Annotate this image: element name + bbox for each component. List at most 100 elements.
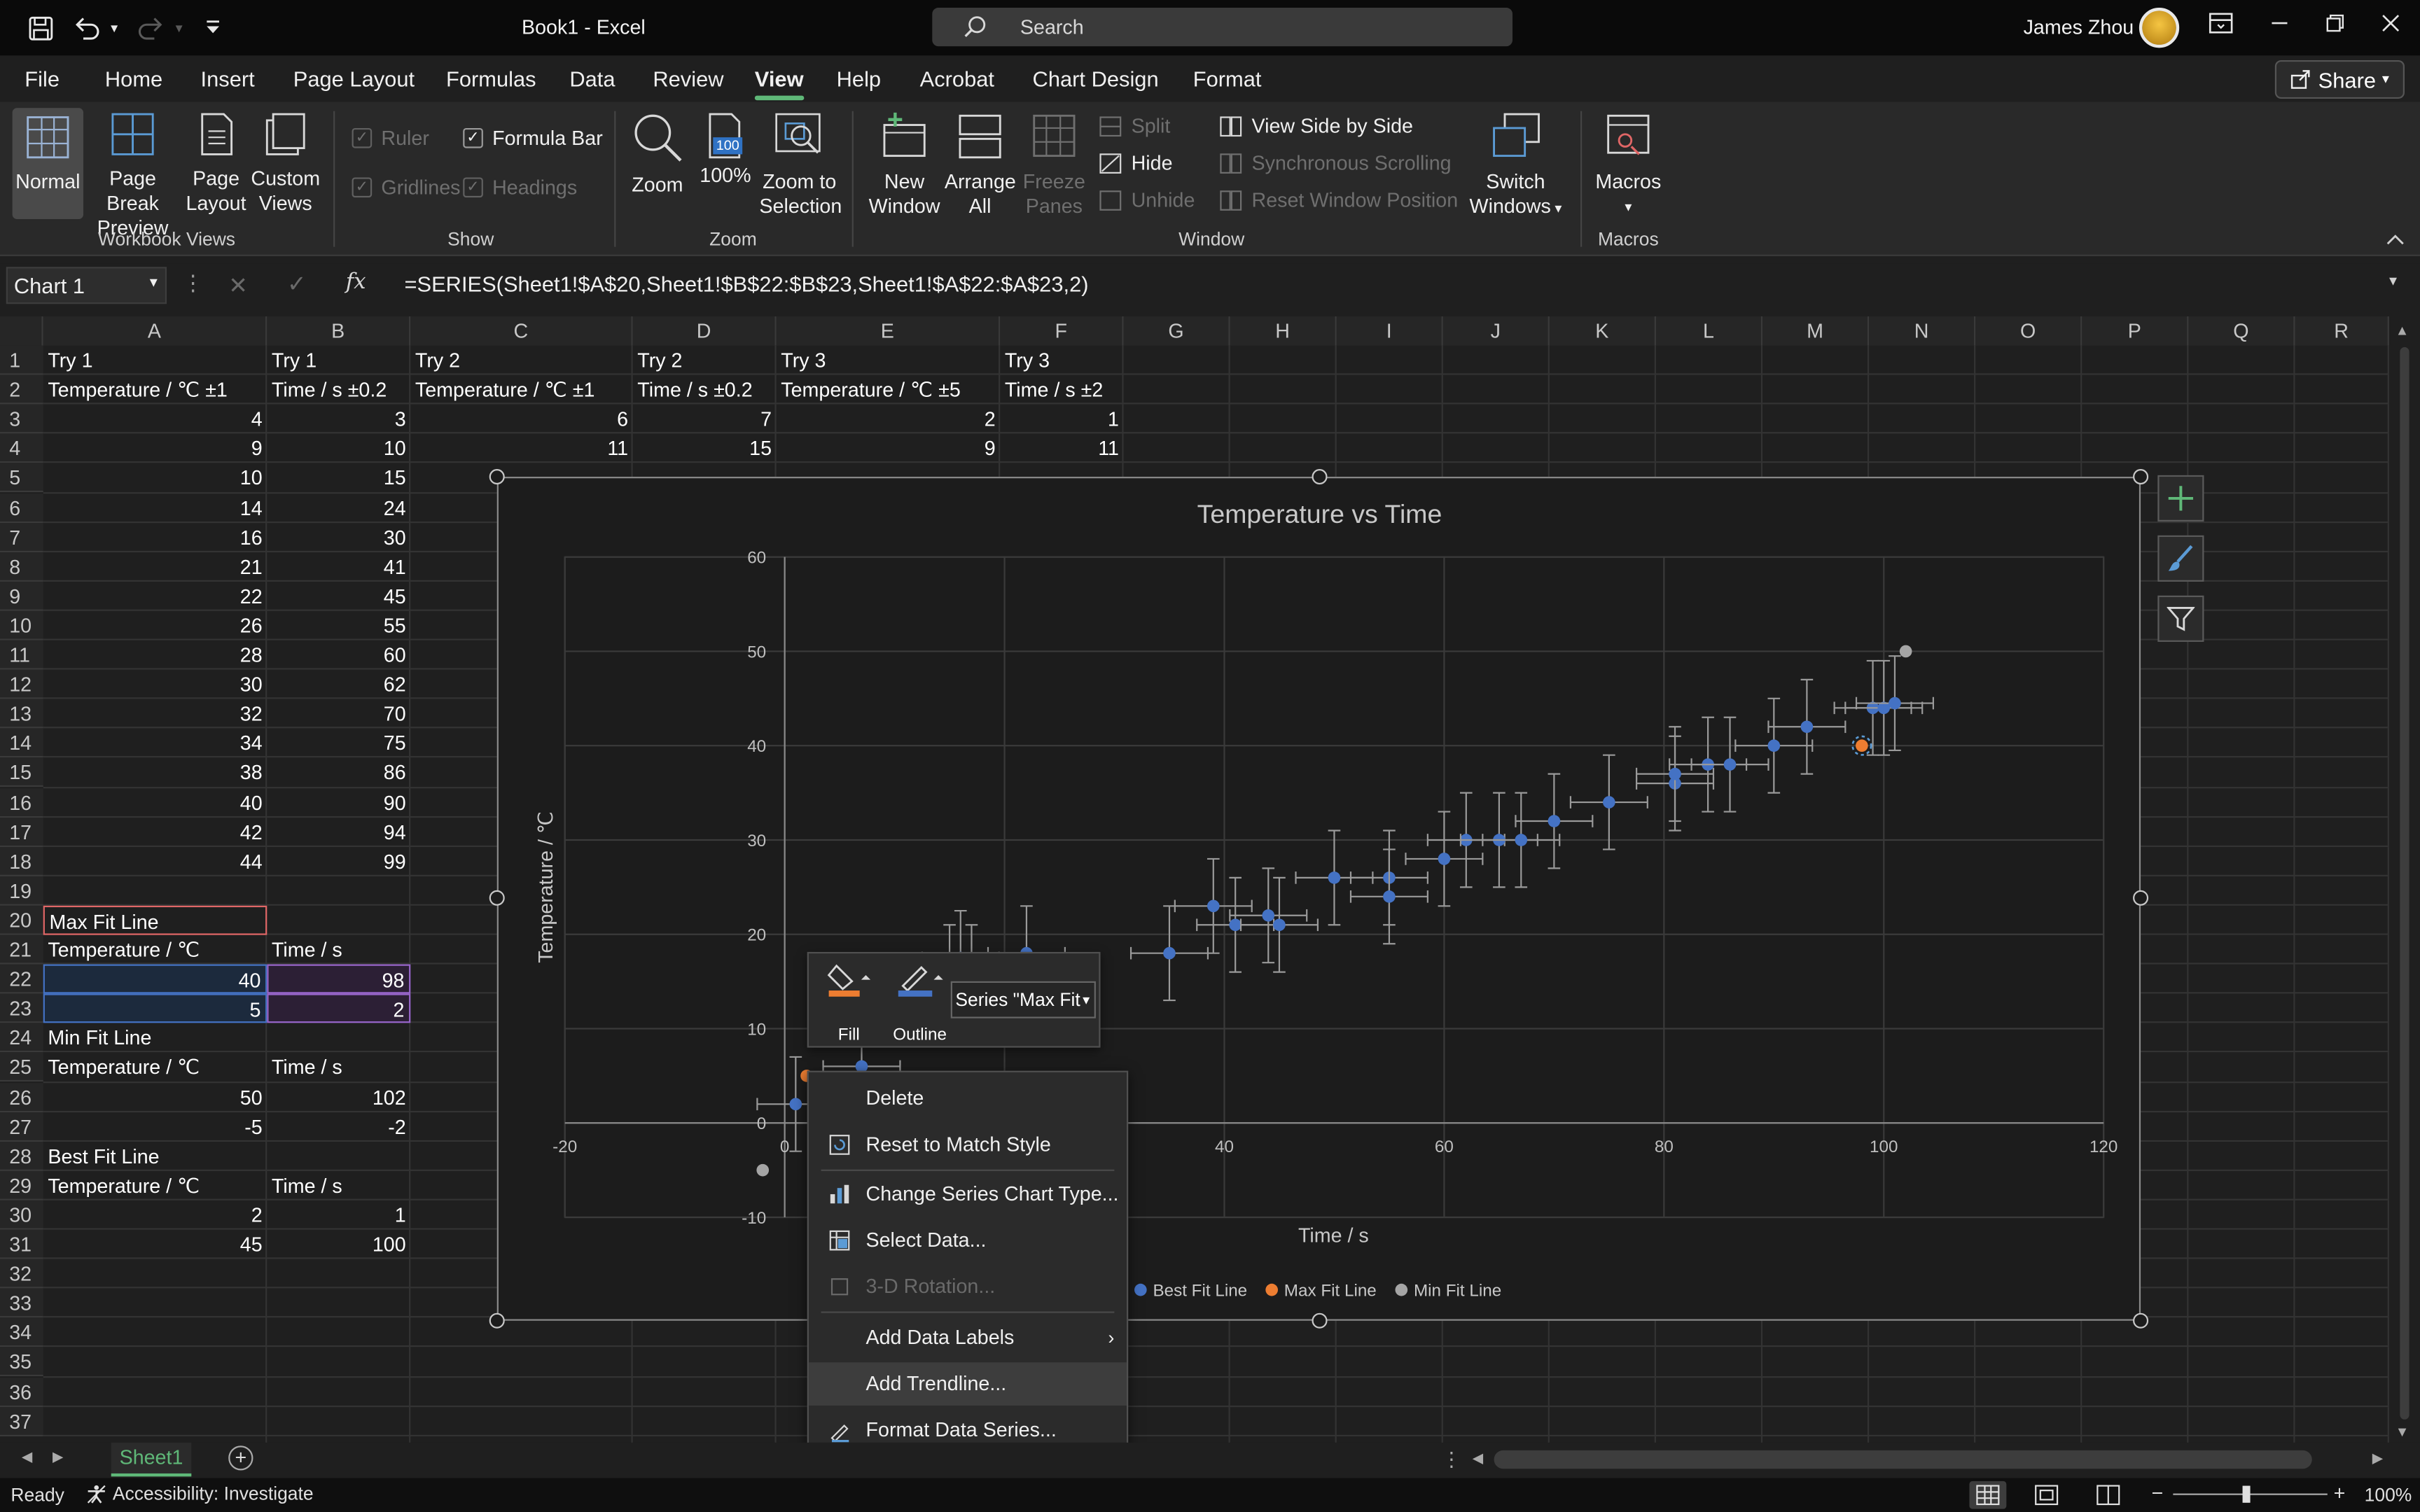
arrange-all-button[interactable]: Arrange All xyxy=(945,111,1016,219)
row-header[interactable]: 13 xyxy=(0,699,43,729)
cell[interactable]: 2 xyxy=(43,1200,267,1230)
row-header[interactable]: 20 xyxy=(0,905,43,935)
enter-icon[interactable]: ✓ xyxy=(287,270,307,298)
gridlines-checkbox[interactable]: ✓ Gridlines xyxy=(352,176,460,199)
column-header[interactable]: F xyxy=(1000,316,1124,346)
cell[interactable]: Try 3 xyxy=(1000,346,1123,375)
redo-icon[interactable] xyxy=(136,13,167,43)
accessibility-button[interactable]: Accessibility: Investigate xyxy=(86,1483,314,1504)
row-header[interactable]: 5 xyxy=(0,463,43,493)
expand-formula-bar-icon[interactable]: ▾ xyxy=(2389,273,2397,290)
row-header[interactable]: 37 xyxy=(0,1406,43,1436)
column-header[interactable]: D xyxy=(632,316,777,346)
cell[interactable]: 6 xyxy=(410,405,632,434)
zoom-to-selection-button[interactable]: Zoom to Selection xyxy=(759,111,842,219)
view-side-by-side-button[interactable]: View Side by Side xyxy=(1219,114,1413,137)
cell[interactable]: 32 xyxy=(43,699,267,729)
cell[interactable]: Time / s ±2 xyxy=(1000,375,1123,405)
cancel-icon[interactable]: ✕ xyxy=(228,272,248,299)
row-header[interactable]: 26 xyxy=(0,1082,43,1112)
name-box[interactable]: Chart 1 ▾ xyxy=(6,267,167,304)
tab-view[interactable]: View xyxy=(754,66,804,101)
cell[interactable]: 5 xyxy=(43,993,267,1023)
cell[interactable]: 42 xyxy=(43,817,267,846)
chart-elements-button[interactable] xyxy=(2157,475,2204,522)
headings-checkbox[interactable]: ✓ Headings xyxy=(463,176,577,199)
cell[interactable]: 3 xyxy=(267,405,410,434)
row-header[interactable]: 31 xyxy=(0,1229,43,1259)
column-header[interactable]: E xyxy=(776,316,1001,346)
zoom-100-button[interactable]: 100 100% xyxy=(695,111,756,188)
add-sheet-icon[interactable]: + xyxy=(228,1446,253,1471)
row-header[interactable]: 25 xyxy=(0,1053,43,1082)
tab-file[interactable]: File xyxy=(25,66,60,91)
horizontal-scroll-thumb[interactable] xyxy=(1494,1450,2312,1469)
row-header[interactable]: 21 xyxy=(0,934,43,965)
cell[interactable]: 94 xyxy=(267,817,410,846)
row-header[interactable]: 36 xyxy=(0,1377,43,1407)
column-header[interactable]: C xyxy=(410,316,633,346)
row-header[interactable]: 3 xyxy=(0,404,43,434)
row-header[interactable]: 19 xyxy=(0,876,43,906)
cell[interactable]: 10 xyxy=(43,463,267,493)
save-icon[interactable] xyxy=(25,13,55,43)
scroll-down-icon[interactable]: ▼ xyxy=(2395,1424,2409,1439)
row-header[interactable]: 2 xyxy=(0,374,43,405)
column-header[interactable]: N xyxy=(1869,316,1976,346)
cell[interactable]: Try 1 xyxy=(267,346,410,375)
cell[interactable]: 40 xyxy=(43,788,267,817)
insert-function-button[interactable]: fx xyxy=(346,270,366,295)
cell[interactable]: 24 xyxy=(267,493,410,522)
cell[interactable]: Time / s xyxy=(267,1053,410,1082)
cell[interactable]: 30 xyxy=(267,522,410,552)
row-header[interactable]: 9 xyxy=(0,581,43,611)
sheet-tab-sheet1[interactable]: Sheet1 xyxy=(111,1442,192,1477)
zoom-out-icon[interactable]: − xyxy=(2152,1481,2164,1504)
cell[interactable]: 55 xyxy=(267,611,410,640)
zoom-in-icon[interactable]: + xyxy=(2334,1481,2346,1504)
tab-review[interactable]: Review xyxy=(653,66,723,91)
series-select[interactable]: Series "Max Fit ▾ xyxy=(950,981,1096,1018)
scroll-right-icon[interactable]: ▶ xyxy=(2372,1450,2383,1467)
cell[interactable]: 15 xyxy=(267,463,410,493)
tab-help[interactable]: Help xyxy=(837,66,881,91)
cell[interactable]: 45 xyxy=(43,1230,267,1259)
resize-handle[interactable] xyxy=(2133,890,2149,906)
column-header[interactable]: R xyxy=(2295,316,2389,346)
resize-handle[interactable] xyxy=(489,1312,505,1329)
tab-home[interactable]: Home xyxy=(105,66,162,91)
cell[interactable]: 50 xyxy=(43,1082,267,1112)
cell[interactable]: Time / s xyxy=(267,1170,410,1200)
column-header[interactable]: O xyxy=(1975,316,2082,346)
chart-area[interactable]: -20020406080100120-100102030405060Temper… xyxy=(496,477,2141,1321)
cell[interactable]: 26 xyxy=(43,611,267,640)
cell[interactable]: Time / s xyxy=(267,935,410,965)
cell[interactable]: 10 xyxy=(267,434,410,463)
row-header[interactable]: 28 xyxy=(0,1141,43,1171)
resize-handle[interactable] xyxy=(1312,1312,1328,1329)
row-header[interactable]: 7 xyxy=(0,522,43,552)
cell[interactable]: 44 xyxy=(43,846,267,876)
page-layout-button[interactable]: Page Layout xyxy=(182,111,250,216)
row-header[interactable]: 12 xyxy=(0,669,43,699)
cell[interactable]: 16 xyxy=(43,522,267,552)
outline-button[interactable]: Outline xyxy=(886,960,954,1044)
cell[interactable]: 11 xyxy=(410,434,632,463)
menu-item-reset-style[interactable]: Reset to Match Style xyxy=(809,1124,1127,1167)
redo-dropdown-icon[interactable]: ▾ xyxy=(169,13,188,43)
chart-styles-button[interactable] xyxy=(2157,535,2204,582)
cell[interactable]: 14 xyxy=(43,493,267,522)
scroll-up-icon[interactable]: ▲ xyxy=(2395,323,2409,338)
cell[interactable]: -5 xyxy=(43,1112,267,1141)
user-name[interactable]: James Zhou xyxy=(2024,15,2134,38)
freeze-panes-button[interactable]: Freeze Panes xyxy=(1019,111,1090,219)
page-break-preview-button[interactable]: Page Break Preview xyxy=(86,111,179,241)
cell[interactable]: Temperature / ℃ ±5 xyxy=(777,375,1001,405)
cell[interactable]: 1 xyxy=(267,1200,410,1230)
cell[interactable]: 90 xyxy=(267,788,410,817)
undo-icon[interactable] xyxy=(71,13,102,43)
zoom-slider-thumb[interactable] xyxy=(2242,1485,2251,1503)
cell[interactable]: Try 3 xyxy=(777,346,1001,375)
cell[interactable]: Temperature / ℃ xyxy=(43,935,267,965)
resize-handle[interactable] xyxy=(489,890,505,906)
